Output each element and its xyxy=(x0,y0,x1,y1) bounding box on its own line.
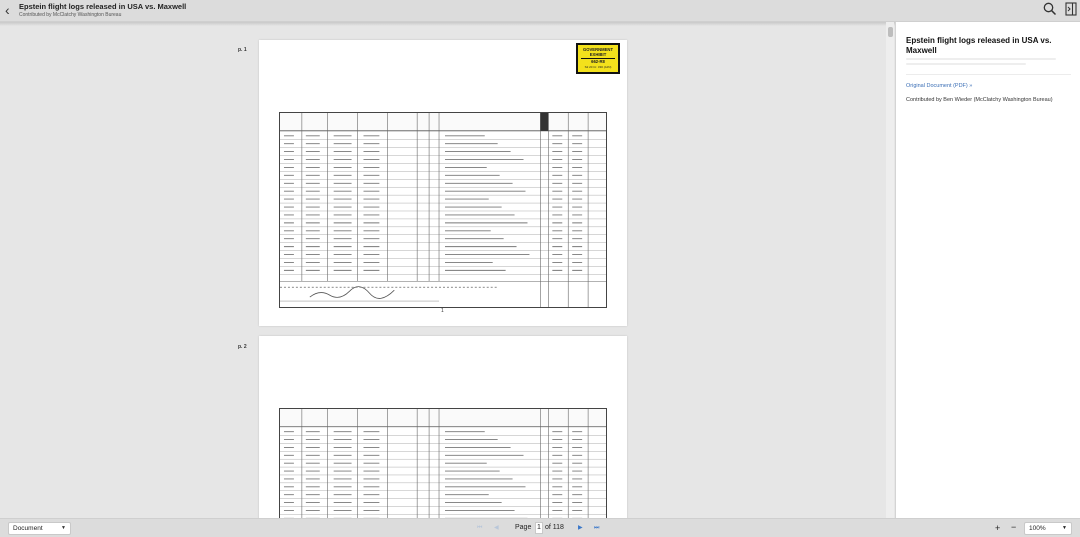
document-page-1: GOVERNMENT EXHIBIT 662-R8 S2 20 Cr. 330 … xyxy=(259,40,627,326)
original-document-link[interactable]: Original Document (PDF) » xyxy=(906,83,972,89)
page-number: 1 xyxy=(441,308,444,314)
sidebar-title: Epstein flight logs released in USA vs. … xyxy=(906,36,1052,55)
vertical-scrollbar[interactable] xyxy=(886,22,894,518)
zoom-select[interactable]: 100% ▼ xyxy=(1024,522,1072,535)
divider xyxy=(906,74,1071,75)
info-sidebar: Epstein flight logs released in USA vs. … xyxy=(895,22,1080,518)
next-page-icon[interactable]: ▶ xyxy=(578,523,583,533)
page-number-input[interactable]: 1 xyxy=(535,522,543,534)
chevron-down-icon: ▼ xyxy=(1062,525,1067,531)
document-page-2 xyxy=(259,336,627,518)
chevron-left-icon[interactable]: ‹ xyxy=(5,3,15,17)
government-exhibit-stamp: GOVERNMENT EXHIBIT 662-R8 S2 20 Cr. 330 … xyxy=(576,43,620,74)
flight-log-scan xyxy=(279,112,607,308)
sidebar-description-placeholder xyxy=(906,58,1071,72)
last-page-icon[interactable]: ⏭ xyxy=(594,523,599,533)
flight-log-scan xyxy=(279,408,607,518)
first-page-icon[interactable]: ⏮ xyxy=(477,523,482,533)
search-icon[interactable] xyxy=(1043,2,1057,16)
page-label-1: p. 1 xyxy=(238,47,247,53)
contributor-text: Contributed by Ben Wieder (McClatchy Was… xyxy=(906,97,1053,103)
page-label-2: p. 2 xyxy=(238,344,247,350)
document-viewer[interactable]: p. 1 GOVERNMENT EXHIBIT 662-R8 S2 20 Cr.… xyxy=(0,26,885,518)
view-mode-select[interactable]: Document ▼ xyxy=(8,522,71,535)
page-total: of 118 xyxy=(545,524,564,531)
zoom-in-button[interactable]: + xyxy=(995,522,1000,534)
footer-bar: Document ▼ ⏮ ◀ Page 1 of 118 ▶ ⏭ + − 100… xyxy=(0,518,1080,537)
sidebar-toggle-icon[interactable] xyxy=(1065,2,1077,16)
page-word: Page xyxy=(515,524,532,531)
chevron-down-icon: ▼ xyxy=(61,525,66,531)
document-subtitle: Contributed by McClatchy Washington Bure… xyxy=(19,12,122,18)
header-bar: ‹ Epstein flight logs released in USA vs… xyxy=(0,0,1080,22)
scrollbar-thumb[interactable] xyxy=(888,27,893,37)
document-title: Epstein flight logs released in USA vs. … xyxy=(19,2,187,11)
zoom-out-button[interactable]: − xyxy=(1011,521,1016,533)
previous-page-icon[interactable]: ◀ xyxy=(494,523,499,533)
